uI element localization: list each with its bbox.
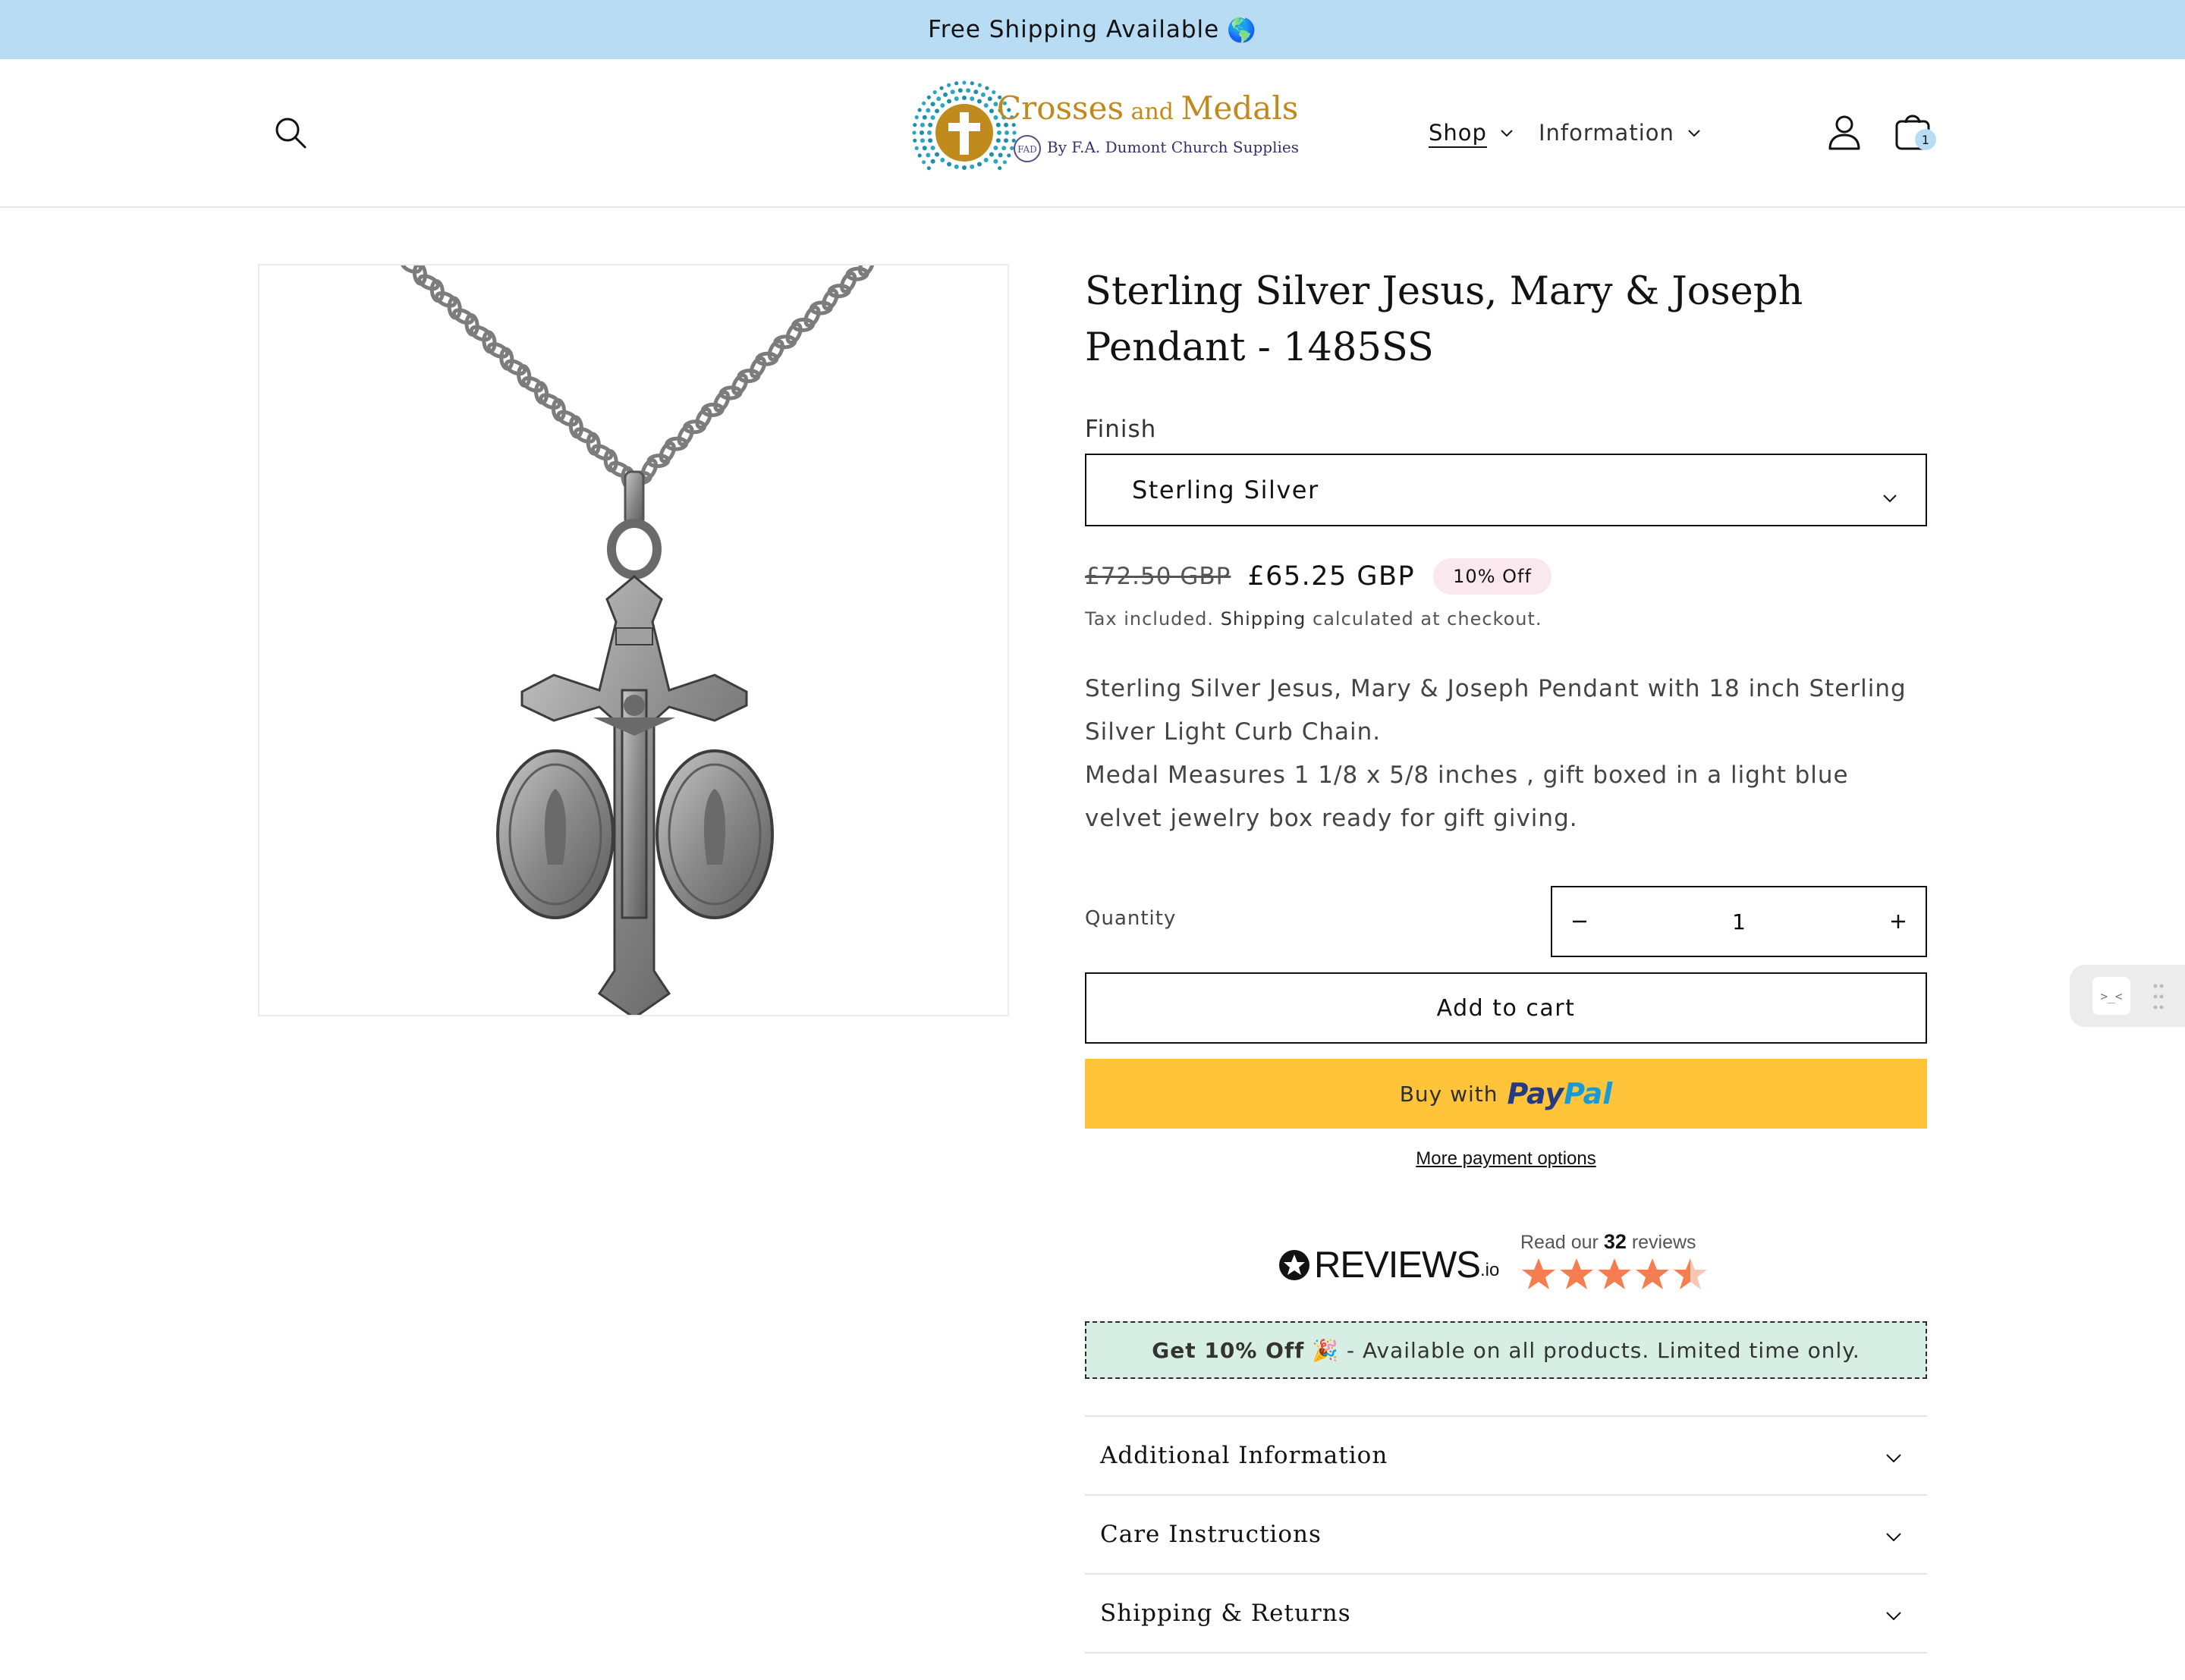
reviews-io-logo: REVIEWS .io — [1278, 1244, 1499, 1286]
quantity-input[interactable] — [1606, 909, 1872, 934]
paypal-button[interactable]: Buy with Pay Pal — [1085, 1059, 1927, 1129]
drag-handle-icon[interactable] — [2153, 983, 2164, 1010]
plus-icon — [1891, 915, 1906, 928]
party-icon: 🎉 — [1312, 1337, 1340, 1363]
quantity-stepper — [1551, 886, 1927, 957]
search-icon — [275, 118, 307, 149]
accordion-label: Care Instructions — [1100, 1521, 1322, 1548]
star-full-icon — [1636, 1258, 1669, 1289]
description-line-2: Medal Measures 1 1/8 x 5/8 inches , gift… — [1085, 761, 1849, 832]
product-accordion: Additional Information Care Instructions… — [1085, 1415, 1927, 1653]
nav-shop-label: Shop — [1429, 120, 1487, 146]
paypal-prefix: Buy with — [1399, 1081, 1498, 1107]
description-line-1: Sterling Silver Jesus, Mary & Joseph Pen… — [1085, 675, 1907, 746]
accordion-additional-information[interactable]: Additional Information — [1085, 1417, 1927, 1496]
star-full-icon — [1522, 1258, 1555, 1289]
nav-shop[interactable]: Shop — [1429, 120, 1514, 146]
product-info: Sterling Silver Jesus, Mary & Joseph Pen… — [1085, 264, 1927, 1653]
reviews-widget[interactable]: REVIEWS .io Read our 32 reviews — [1085, 1230, 1927, 1298]
star-badge-icon — [1279, 1250, 1309, 1280]
nav-information-label: Information — [1539, 120, 1674, 146]
accordion-shipping-returns[interactable]: Shipping & Returns — [1085, 1575, 1927, 1653]
floating-chat-widget[interactable]: >_< — [2070, 965, 2185, 1027]
svg-text:FAD: FAD — [1017, 144, 1037, 155]
shipping-link[interactable]: Shipping — [1221, 608, 1306, 630]
accordion-label: Shipping & Returns — [1100, 1600, 1351, 1627]
product-image[interactable] — [258, 264, 1009, 1016]
logo-wordmark: Crosses and Medals — [997, 89, 1299, 127]
chevron-down-icon — [1501, 130, 1513, 137]
product-description: Sterling Silver Jesus, Mary & Joseph Pen… — [1085, 667, 1927, 840]
quantity-row: Quantity — [1085, 886, 1927, 957]
account-button[interactable] — [1827, 114, 1862, 150]
sale-price: £65.25 GBP — [1247, 561, 1416, 592]
promo-text: - Available on all products. Limited tim… — [1347, 1337, 1860, 1363]
nav-information[interactable]: Information — [1539, 120, 1702, 146]
quantity-decrease-button[interactable] — [1552, 887, 1607, 956]
site-header: Crosses and Medals FAD By F.A. Dumont Ch… — [0, 59, 2185, 208]
product-title: Sterling Silver Jesus, Mary & Joseph Pen… — [1085, 269, 1803, 370]
regular-price: £72.50 GBP — [1085, 563, 1231, 590]
chevron-down-icon — [1886, 1454, 1901, 1463]
cart-button[interactable]: 1 — [1894, 108, 1936, 153]
finish-label: Finish — [1085, 416, 1157, 443]
add-to-cart-button[interactable]: Add to cart — [1085, 972, 1927, 1044]
globe-icon: 🌎 — [1227, 16, 1257, 44]
paypal-logo-pal: Pal — [1564, 1077, 1613, 1110]
star-rating — [1520, 1256, 1710, 1292]
cart-count-badge: 1 — [1915, 129, 1936, 150]
star-full-icon — [1560, 1258, 1593, 1289]
announcement-text: Free Shipping Available — [928, 16, 1220, 43]
reviews-brand: REVIEWS — [1314, 1245, 1481, 1286]
chevron-down-icon — [1688, 130, 1700, 137]
minus-icon — [1572, 920, 1586, 923]
monogram-icon: FAD — [1014, 135, 1041, 162]
announcement-bar: Free Shipping Available 🌎 — [0, 0, 2185, 59]
chevron-down-icon — [1886, 1612, 1901, 1621]
price-row: £72.50 GBP £65.25 GBP 10% Off — [1085, 557, 1927, 596]
reviews-count-text: Read our 32 reviews — [1520, 1230, 1696, 1253]
user-icon — [1828, 115, 1860, 150]
chevron-down-icon — [1886, 1533, 1901, 1542]
tax-prefix: Tax included. — [1085, 608, 1215, 630]
accordion-care-instructions[interactable]: Care Instructions — [1085, 1496, 1927, 1575]
reviews-count: 32 — [1603, 1230, 1627, 1253]
tax-suffix: calculated at checkout. — [1313, 608, 1542, 630]
search-button[interactable] — [273, 115, 308, 150]
tax-note: Tax included. Shipping calculated at che… — [1085, 608, 1927, 630]
chevron-down-icon — [1883, 495, 1897, 503]
logo-subtitle: By F.A. Dumont Church Supplies — [1047, 138, 1299, 156]
finish-select[interactable]: Sterling Silver — [1085, 454, 1927, 526]
quantity-label: Quantity — [1085, 907, 1177, 930]
discount-badge: 10% Off — [1433, 558, 1552, 595]
paypal-logo-pay: Pay — [1507, 1077, 1564, 1110]
reviews-brand-suffix: .io — [1479, 1260, 1500, 1280]
finish-select-value: Sterling Silver — [1132, 476, 1319, 504]
star-half-icon — [1674, 1258, 1707, 1289]
chat-icon: >_< — [2092, 977, 2130, 1015]
more-payment-options-link[interactable]: More payment options — [1085, 1148, 1927, 1170]
site-logo[interactable]: Crosses and Medals FAD By F.A. Dumont Ch… — [907, 76, 1299, 190]
quantity-increase-button[interactable] — [1872, 887, 1926, 956]
promo-banner: Get 10% Off 🎉 - Available on all product… — [1085, 1321, 1927, 1379]
star-full-icon — [1598, 1258, 1631, 1289]
pendant-image — [400, 265, 876, 1015]
promo-bold: Get 10% Off — [1152, 1337, 1305, 1363]
accordion-label: Additional Information — [1100, 1442, 1388, 1469]
